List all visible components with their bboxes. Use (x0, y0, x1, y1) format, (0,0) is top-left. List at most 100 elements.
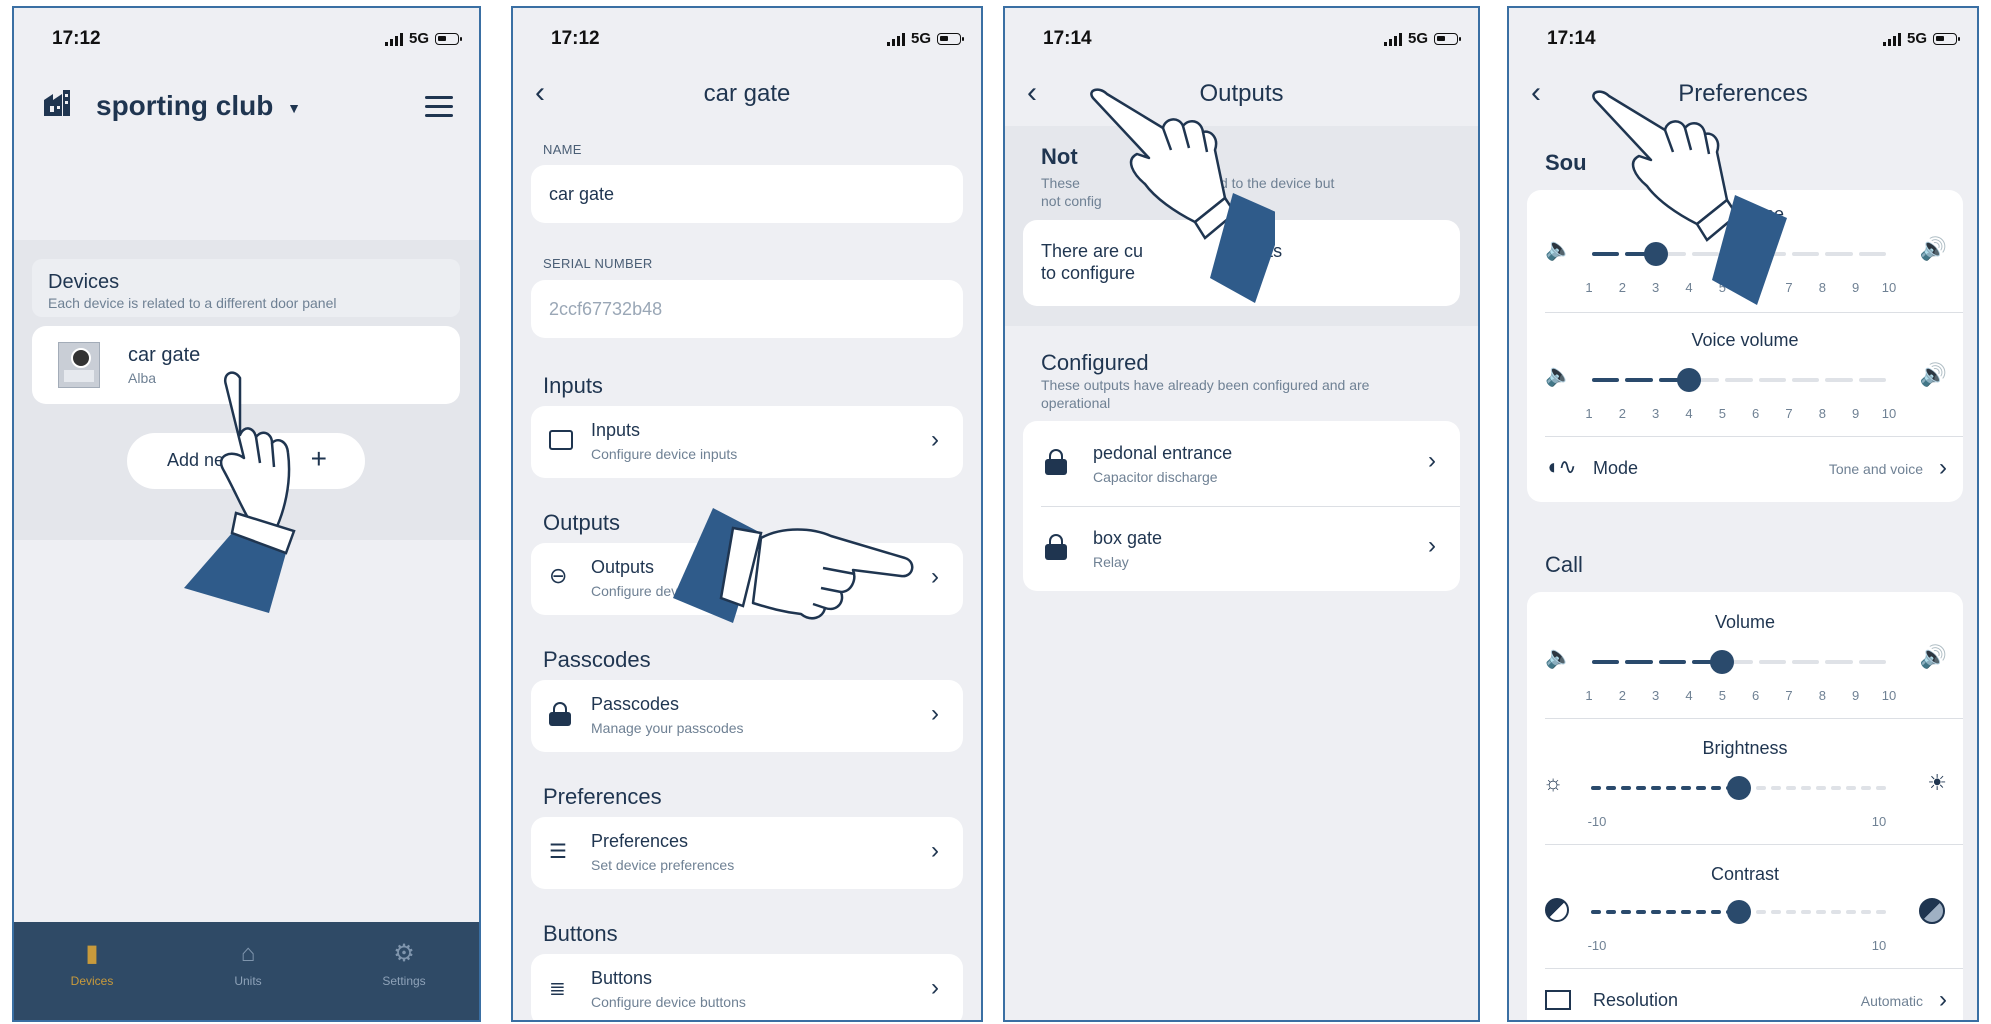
tick-label: 10 (1881, 688, 1897, 703)
output-row-pedonal-entrance[interactable]: pedonal entrance Capacitor discharge › (1023, 421, 1460, 506)
slider-segment (1858, 252, 1886, 256)
divider (1545, 844, 1963, 845)
configured-outputs-list: pedonal entrance Capacitor discharge › b… (1023, 421, 1460, 591)
slider-segment (1792, 252, 1820, 256)
mode-row[interactable]: ◖∿ Mode Tone and voice › (1527, 436, 1963, 502)
tick-label: 1 (1585, 688, 1593, 703)
network-type: 5G (910, 30, 931, 47)
lock-keypad-icon (549, 702, 571, 726)
chevron-right-icon: › (931, 974, 939, 1001)
brightness-slider[interactable] (1589, 776, 1889, 800)
battery-icon (435, 32, 462, 45)
slider-segment (1725, 252, 1753, 256)
add-device-label: Add ne (167, 450, 225, 470)
speaker-volume-label: ume (1749, 204, 1785, 224)
resolution-value: Automatic (1860, 993, 1923, 1009)
output-name: box gate (1093, 528, 1163, 548)
tab-units[interactable]: ⌂ Units (188, 942, 308, 989)
preferences-row[interactable]: ☰ Preferences Set device preferences › (531, 817, 963, 889)
slider-knob[interactable] (1727, 900, 1751, 924)
door-panel-thumbnail (58, 342, 100, 388)
tick-label: 6 (1752, 688, 1760, 703)
device-card[interactable]: car gate Alba (32, 326, 460, 404)
outputs-screen: 17:14 5G ‹ Outputs Not d These nnected to … (1003, 6, 1480, 1022)
devices-screen: 17:12 5G sporting club ▼ Devices Each de… (12, 6, 481, 1022)
slider-segment (1816, 910, 1826, 914)
voice-volume-slider[interactable] (1589, 368, 1889, 392)
status-bar: 17:12 5G (513, 8, 981, 66)
sun-bright-icon: ☀ (1927, 770, 1947, 795)
slider-segment (1771, 786, 1781, 790)
slider-knob[interactable] (1727, 776, 1751, 800)
slider-knob[interactable] (1677, 368, 1701, 392)
slider-segment (1858, 660, 1886, 664)
sound-card: ume 🔈 🔊 1 2 3 4 5 6 7 8 9 10 Voice volume 🔈 🔊 1 2 3… (1527, 190, 1963, 502)
buttons-row[interactable]: ≣ Buttons Configure device buttons › (531, 954, 963, 1020)
hamburger-menu-icon[interactable] (425, 96, 453, 117)
passcodes-row-title: Passcodes (591, 694, 680, 714)
gear-icon: ⚙ (393, 940, 415, 967)
tab-settings[interactable]: ⚙ Settings (344, 940, 464, 989)
chevron-right-icon: › (1428, 447, 1436, 474)
output-row-box-gate[interactable]: box gate Relay › (1023, 506, 1460, 591)
tick-label: 1 (1585, 406, 1593, 421)
caret-down-icon: ▼ (287, 99, 301, 116)
speaker-high-icon: 🔊 (1919, 644, 1947, 669)
call-card: Volume 🔈 🔊 1 2 3 4 5 6 7 8 9 10 Brightness ☼ ☀ -1… (1527, 592, 1963, 1020)
slider-segment (1801, 786, 1811, 790)
status-bar: 17:12 5G (14, 8, 479, 66)
sound-volume-slider[interactable] (1589, 242, 1889, 266)
output-type: Capacitor discharge (1093, 469, 1218, 485)
plus-icon: + (310, 443, 327, 474)
chevron-right-icon: › (931, 837, 939, 864)
slider-segment (1696, 910, 1706, 914)
tick-label: 8 (1818, 406, 1826, 421)
page-title: Outputs (1199, 80, 1284, 107)
site-selector[interactable]: sporting club ▼ (96, 90, 301, 122)
tick-label: 10 (1881, 406, 1897, 421)
nav-bar: ‹ Outputs (1005, 66, 1478, 126)
slider-segment (1876, 910, 1886, 914)
passcodes-section-title: Passcodes (543, 647, 651, 672)
name-field[interactable]: car gate (531, 165, 963, 223)
speaker-high-icon: 🔊 (1919, 362, 1947, 387)
device-detail-screen: 17:12 5G ‹ car gate NAME car gate SERIAL… (511, 6, 983, 1022)
tick-label: 8 (1818, 688, 1826, 703)
resolution-label: Resolution (1593, 990, 1679, 1010)
tick-label: 5 (1718, 406, 1726, 421)
passcodes-row[interactable]: Passcodes Manage your passcodes › (531, 680, 963, 752)
speaker-low-icon: 🔈 (1545, 362, 1573, 387)
tab-devices[interactable]: ▮ Devices (32, 942, 152, 989)
status-time: 17:14 (1043, 28, 1092, 49)
slider-segment (1625, 378, 1653, 382)
slider-segment (1625, 660, 1653, 664)
preferences-screen: 17:14 5G ‹ Preferences Sou ume 🔈 🔊 1 2 3 4 5… (1507, 6, 1979, 1022)
slider-segment (1592, 252, 1620, 256)
status-time: 17:12 (551, 28, 600, 49)
slider-knob[interactable] (1643, 242, 1668, 266)
page-title: Preferences (1678, 80, 1808, 107)
call-volume-slider[interactable] (1589, 650, 1889, 674)
slider-segment (1816, 786, 1826, 790)
sliders-icon: ☰ (549, 841, 567, 863)
contrast-slider[interactable] (1589, 900, 1889, 924)
slider-segment (1725, 378, 1753, 382)
slider-knob[interactable] (1710, 650, 1735, 674)
output-name: pedonal entrance (1093, 443, 1233, 463)
network-type: 5G (1407, 30, 1428, 47)
slider-segment (1758, 378, 1786, 382)
sound-section-title: Sou (1545, 150, 1587, 175)
speaker-high-icon: 🔊 (1919, 236, 1947, 261)
tick-label: 2 (1618, 688, 1626, 703)
tick-label: 8 (1818, 280, 1826, 295)
signal-icon (1383, 32, 1402, 46)
tab-bar: ▮ Devices ⌂ Units ⚙ Settings (14, 922, 479, 1020)
add-device-button[interactable]: Add ne + (127, 433, 365, 489)
padlock-icon (1045, 534, 1067, 560)
devices-header: Devices Each device is related to a diff… (32, 259, 460, 317)
configured-title: Configured (1041, 350, 1149, 375)
inputs-row[interactable]: Inputs Configure device inputs › (531, 406, 963, 478)
resolution-row[interactable]: Resolution Automatic › (1527, 968, 1963, 1020)
tick-label: 4 (1685, 280, 1693, 295)
outputs-row[interactable]: ⊖ Outputs Configure dev › (531, 543, 963, 615)
